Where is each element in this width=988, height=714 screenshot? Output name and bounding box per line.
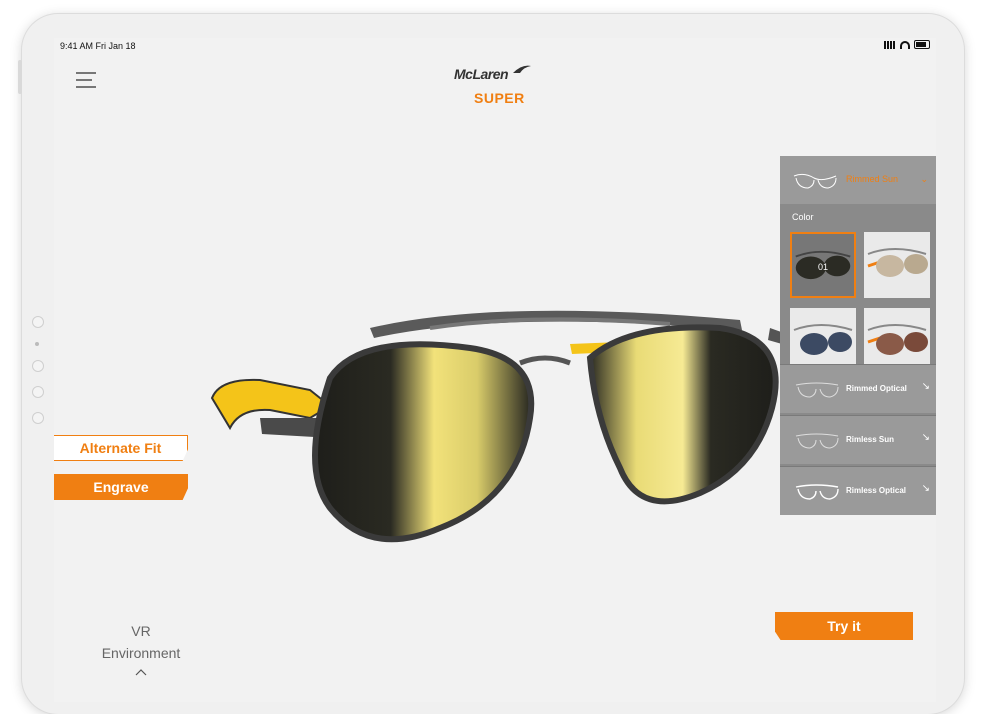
style-option-label: Rimless Optical [846, 486, 907, 495]
style-option-label: Rimless Sun [846, 435, 895, 444]
chevron-up-icon [135, 669, 147, 676]
color-section-label: Color [792, 212, 814, 222]
status-icons [884, 40, 930, 49]
color-swatch[interactable]: 01 [790, 232, 856, 298]
hamburger-menu-icon[interactable] [76, 72, 96, 88]
style-panel: Rimmed Sun ⌄ Color 01 Rimmed Optical ↘ R… [780, 156, 936, 515]
status-bar: 9:41 AM Fri Jan 18 [54, 38, 936, 54]
swatch-number: 01 [818, 262, 829, 272]
engrave-button[interactable]: Engrave [54, 474, 188, 500]
brand-logo: McLaren [454, 66, 509, 82]
arrow-icon: ↘ [921, 432, 930, 443]
style-dropdown[interactable]: Rimmed Sun ⌄ [780, 156, 936, 204]
side-dot [32, 316, 44, 328]
model-name: SUPER [474, 90, 525, 106]
side-dot [32, 360, 44, 372]
swatch-glasses-icon [867, 248, 928, 277]
style-option-rimmed-optical[interactable]: Rimmed Optical ↘ [780, 364, 936, 413]
style-option-rimless-optical[interactable]: Rimless Optical ↘ [780, 466, 936, 515]
alternate-fit-button[interactable]: Alternate Fit [54, 435, 188, 461]
wifi-icon [900, 40, 910, 49]
glasses-thumbnail-icon [795, 484, 839, 500]
volume-button [18, 60, 22, 94]
style-option-label: Rimmed Optical [846, 384, 907, 393]
glasses-thumbnail-icon [795, 433, 839, 449]
status-time: 9:41 AM Fri Jan 18 [60, 41, 136, 51]
glasses-thumbnail-icon [795, 382, 839, 398]
logo-swoosh-icon [513, 65, 531, 73]
current-style-label: Rimmed Sun [846, 174, 899, 184]
vr-environment-button[interactable]: VR Environment [90, 620, 192, 678]
battery-icon [914, 40, 930, 49]
side-dots [32, 316, 44, 438]
try-it-button[interactable]: Try it [775, 612, 913, 640]
vr-label-line2: Environment [101, 645, 181, 661]
vr-label-line1: VR [131, 623, 151, 639]
side-dot [35, 342, 39, 346]
glasses-thumbnail-icon [793, 173, 837, 189]
sunglasses-3d-view[interactable] [200, 268, 800, 568]
color-swatch[interactable] [864, 232, 930, 298]
side-dot [32, 386, 44, 398]
signal-icon [884, 40, 896, 49]
style-option-rimless-sun[interactable]: Rimless Sun ↘ [780, 415, 936, 464]
arrow-icon: ↘ [921, 381, 930, 392]
app-screen: 9:41 AM Fri Jan 18 McLaren SUPER Alterna… [54, 38, 936, 702]
chevron-down-icon: ⌄ [920, 174, 928, 184]
arrow-icon: ↘ [921, 483, 930, 494]
side-dot [32, 412, 44, 424]
